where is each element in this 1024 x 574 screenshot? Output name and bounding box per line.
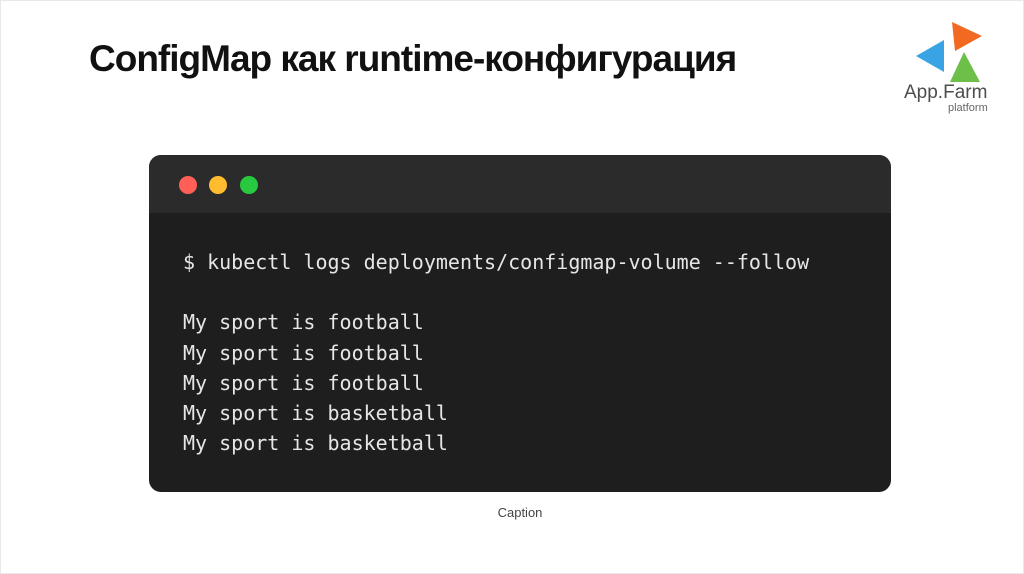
output-line: My sport is football <box>183 370 424 395</box>
logo-subtitle: platform <box>948 102 988 114</box>
close-window-button[interactable] <box>179 176 197 194</box>
logo-name: App.Farm <box>904 82 988 103</box>
minimize-window-button[interactable] <box>209 176 227 194</box>
output-line: My sport is basketball <box>183 431 448 456</box>
output-line: My sport is football <box>183 340 424 365</box>
figure-caption: Caption <box>497 505 543 520</box>
logo-triangles-icon <box>916 22 982 82</box>
output-line: My sport is football <box>183 310 424 335</box>
maximize-window-button[interactable] <box>240 176 258 194</box>
terminal-output: $ kubectl logs deployments/configmap-vol… <box>183 247 809 459</box>
terminal-command: $ kubectl logs deployments/configmap-vol… <box>183 250 810 274</box>
slide-title: ConfigMap как runtime-конфигурация <box>89 38 737 79</box>
app-farm-logo: App.Farm platform <box>900 18 1010 118</box>
terminal-titlebar <box>149 155 891 213</box>
output-line: My sport is basketball <box>183 401 448 426</box>
terminal-window: $ kubectl logs deployments/configmap-vol… <box>149 155 891 492</box>
